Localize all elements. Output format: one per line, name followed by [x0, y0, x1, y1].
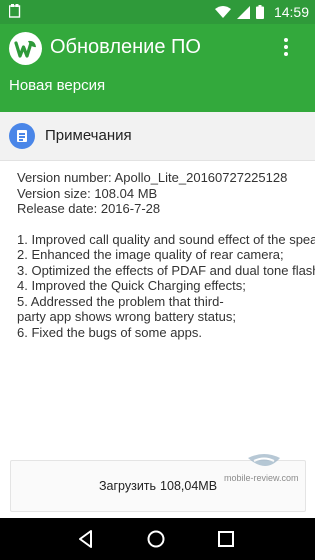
release-notes: Version number: Apollo_Lite_201607272251…	[17, 170, 315, 340]
version-number: Version number: Apollo_Lite_201607272251…	[17, 170, 288, 185]
navigation-bar	[0, 518, 315, 560]
download-label: Загрузить	[98, 479, 157, 493]
watermark: mobile-review.com	[224, 452, 308, 488]
version-size: Version size: 108.04 MB	[17, 185, 158, 201]
home-icon[interactable]	[146, 529, 166, 549]
notification-icon	[9, 4, 21, 18]
app-bar: Обновление ПО Новая версия	[0, 24, 315, 112]
more-options-icon[interactable]	[277, 38, 295, 60]
watermark-logo-icon	[248, 454, 280, 466]
change-item: 4. Improved the Quick Charging effects;	[17, 278, 246, 293]
battery-icon	[255, 5, 264, 19]
change-item: 3. Optimized the effects of PDAF and dua…	[17, 262, 315, 278]
page-subtitle: Новая версия	[9, 77, 106, 94]
status-icons: 14:59	[214, 0, 309, 24]
notes-icon	[9, 123, 35, 149]
status-time: 14:59	[273, 4, 309, 20]
app-logo-icon	[9, 32, 42, 65]
back-icon[interactable]	[76, 529, 96, 549]
notes-title: Примечания	[45, 127, 132, 144]
change-item: 5. Addressed the problem that third-	[17, 293, 224, 309]
recents-icon[interactable]	[216, 529, 236, 549]
notes-header: Примечания	[0, 112, 315, 161]
signal-icon	[236, 5, 250, 19]
wifi-icon	[214, 6, 231, 18]
change-item: 1. Improved call quality and sound effec…	[17, 231, 315, 247]
download-size: 108,04MB	[160, 479, 218, 493]
watermark-text: mobile-review.com	[224, 473, 299, 483]
change-item: 2. Enhanced the image quality of rear ca…	[17, 247, 284, 262]
change-item: 6. Fixed the bugs of some apps.	[17, 324, 202, 340]
change-item: party app shows wrong battery status;	[17, 309, 236, 324]
status-bar: 14:59	[0, 0, 315, 24]
release-date: Release date: 2016-7-28	[17, 201, 161, 216]
page-title: Обновление ПО	[50, 36, 201, 58]
